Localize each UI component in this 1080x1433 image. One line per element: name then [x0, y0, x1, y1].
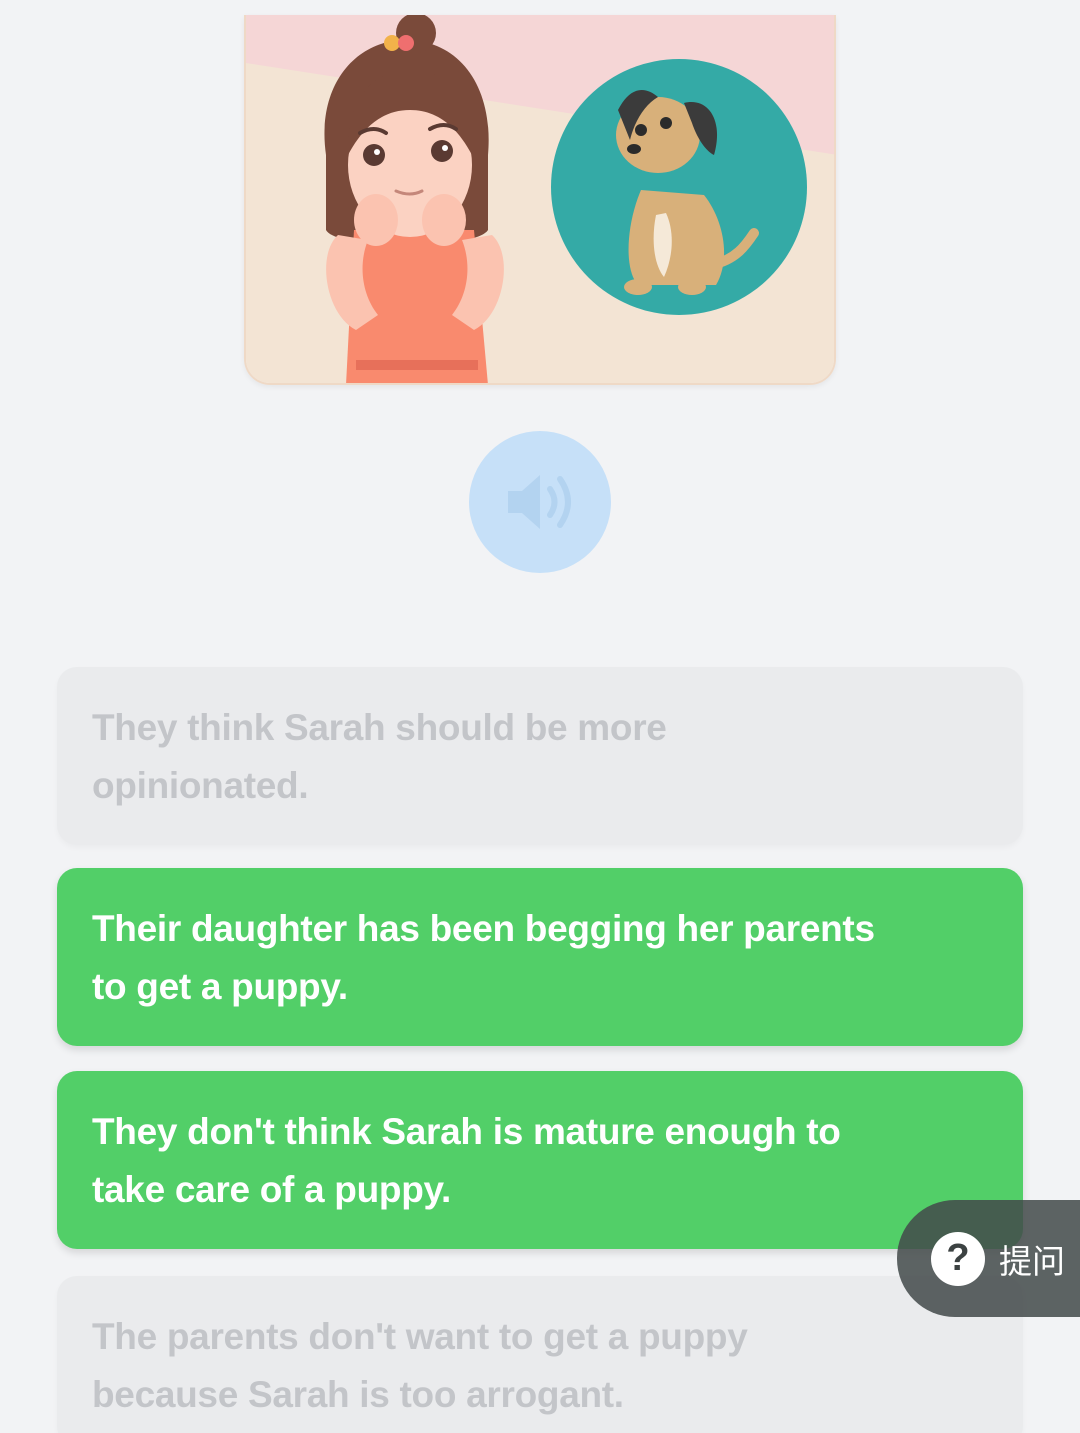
answer-option-3[interactable]: They don't think Sarah is mature enough …	[57, 1071, 1023, 1249]
answer-option-2[interactable]: Their daughter has been begging her pare…	[57, 868, 1023, 1046]
answer-option-4[interactable]: The parents don't want to get a puppy be…	[57, 1276, 1023, 1433]
illustration-girl-and-puppy	[244, 15, 836, 385]
ask-question-label: 提问	[999, 1241, 1065, 1281]
answer-option-text: They think Sarah should be more	[92, 707, 667, 748]
illustration-svg	[246, 15, 834, 383]
ask-question-button[interactable]: ? 提问	[897, 1200, 1080, 1317]
answer-option-text: because Sarah is too arrogant.	[92, 1374, 624, 1415]
answer-option-text: opinionated.	[92, 765, 309, 806]
answer-option-1[interactable]: They think Sarah should be more opiniona…	[57, 667, 1023, 845]
answer-option-text: They don't think Sarah is mature enough …	[92, 1111, 841, 1152]
play-audio-button[interactable]	[469, 431, 611, 573]
question-mark-icon: ?	[931, 1231, 985, 1286]
speaker-icon	[508, 475, 571, 529]
puppy-badge	[551, 59, 807, 315]
page: They think Sarah should be more opiniona…	[0, 0, 1080, 1433]
answer-option-text: The parents don't want to get a puppy	[92, 1316, 748, 1357]
answer-option-text: take care of a puppy.	[92, 1169, 452, 1210]
answer-option-text: to get a puppy.	[92, 966, 348, 1007]
answer-option-text: Their daughter has been begging her pare…	[92, 908, 875, 949]
